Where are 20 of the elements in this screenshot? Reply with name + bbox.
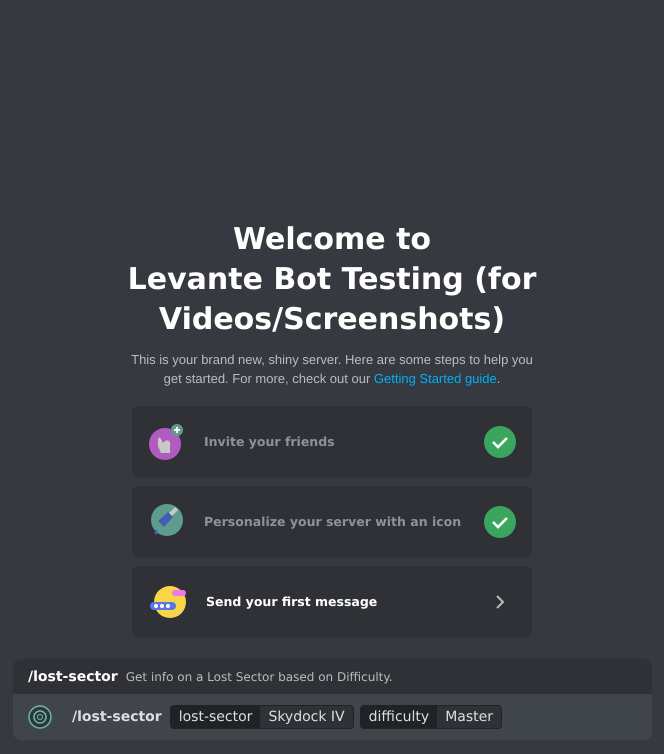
option-chip[interactable]: difficulty Master	[360, 705, 502, 729]
option-chip[interactable]: lost-sector Skydock IV	[170, 705, 354, 729]
checkmark-icon	[484, 426, 516, 458]
task-card[interactable]: Send your first message	[132, 566, 532, 637]
bot-avatar-icon	[28, 705, 52, 729]
checkmark-icon	[484, 506, 516, 538]
friend-icon	[148, 422, 186, 460]
task-label: Personalize your server with an icon	[204, 514, 462, 529]
task-card[interactable]: Invite your friends	[132, 406, 532, 477]
getting-started-link[interactable]: Getting Started guide	[374, 371, 497, 386]
welcome-description: This is your brand new, shiny server. Here are some steps to help you get started. For more, check out our Getting Started guide.	[130, 351, 534, 388]
command-name: /lost-sector	[28, 668, 118, 684]
task-label: Send your first message	[206, 594, 378, 609]
command-text: /lost-sector	[72, 709, 162, 725]
chevron-right-icon	[494, 594, 506, 608]
command-description: Get info on a Lost Sector based on Difficulty.	[126, 670, 393, 684]
chat-bubble-icon	[148, 584, 188, 620]
welcome-title: Welcome to Levante Bot Testing (for Videos/Screenshots)	[128, 221, 536, 339]
task-label: Invite your friends	[204, 434, 336, 449]
task-card[interactable]: Personalize your server with an icon	[132, 486, 532, 557]
